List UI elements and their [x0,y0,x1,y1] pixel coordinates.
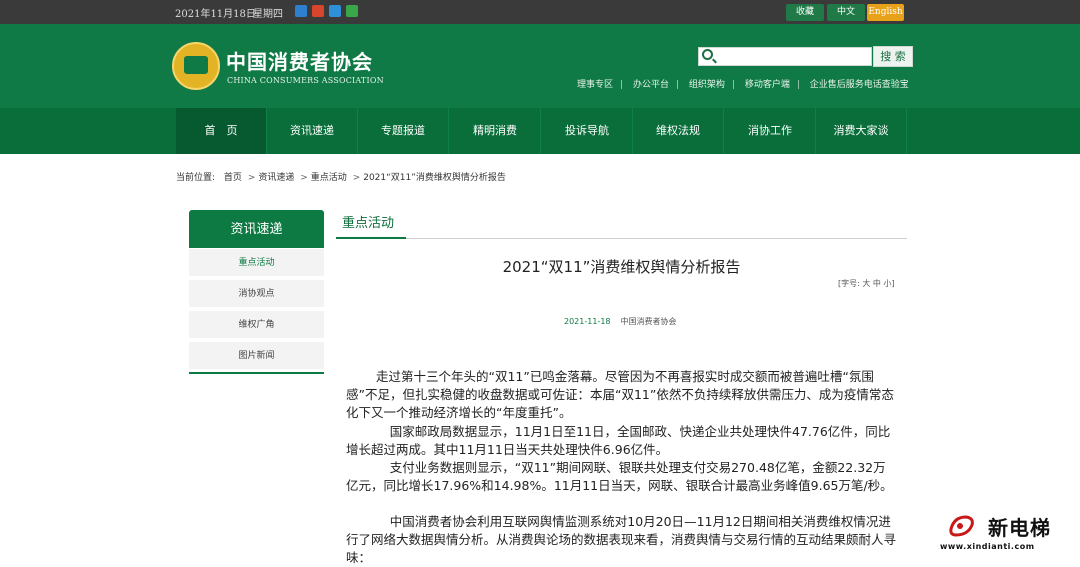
breadcrumb-current: 2021“双11”消费维权舆情分析报告 [363,173,506,183]
breadcrumb-home[interactable]: 首页 [224,173,242,183]
nav-laws[interactable]: 维权法规 [633,108,724,154]
search-icon [702,49,713,60]
cca-logo-icon[interactable] [172,42,220,90]
sidebar-divider [189,372,324,374]
bookmark-button[interactable]: 收藏 [786,4,824,21]
breadcrumb-key-events[interactable]: 重点活动 [311,173,347,183]
header-link-organization[interactable]: 组织架构 [689,77,725,90]
search-input[interactable] [698,47,872,66]
breadcrumb: 当前位置: 首页 > 资讯速递 > 重点活动 >2021“双11”消费维权舆情分析报… [176,173,506,183]
article-paragraph: 国家邮政局数据显示，11月1日至11日，全国邮政、快递企业共处理快件47.76亿… [346,424,891,457]
english-button[interactable]: English [867,4,904,21]
article-title: 2021“双11”消费维权舆情分析报告 [502,258,741,276]
sidebar-item-key-events[interactable]: 重点活动 [189,249,324,278]
nav-home[interactable]: 首 页 [176,108,267,154]
article-paragraph: 中国消费者协会利用互联网舆情监测系统对10月20日—11月12日期间相关消费维权… [346,514,897,565]
current-weekday: 星期四 [253,9,283,20]
nav-topics[interactable]: 专题报道 [358,108,449,154]
article-paragraph: 走过第十三个年头的“双11”已鸣金落幕。尽管因为不再喜报实时成交额而被普遍吐槽“… [346,369,894,420]
breadcrumb-label: 当前位置: [176,173,216,183]
sidebar-item-opinions[interactable]: 消协观点 [189,280,324,309]
section-divider [336,238,907,239]
header-link-office[interactable]: 办公平台 [633,77,669,90]
watermark-url: www.xindianti.com [940,542,1035,551]
main-nav: 首 页 资讯速递 专题报道 精明消费 投诉导航 维权法规 消协工作 消费大家谈 [0,108,1080,154]
site-header: 中国消费者协会 CHINA CONSUMERS ASSOCIATION [0,24,1080,108]
watermark-brand: 新电梯 [988,516,1051,540]
header-links: 理事专区 | 办公平台 | 组织架构 | 移动客户端 | 企业售后服务电话查验宝 [577,77,909,90]
chinese-button[interactable]: 中文 [827,4,865,21]
current-date: 2021年11月18日 [175,9,256,20]
sidebar-item-photo-news[interactable]: 图片新闻 [189,342,324,371]
article-meta: 2021-11-18 中国消费者协会 [564,316,677,327]
nav-news[interactable]: 资讯速递 [267,108,358,154]
nav-forum[interactable]: 消费大家谈 [816,108,907,154]
section-title: 重点活动 [342,216,395,231]
article-paragraph: 支付业务数据则显示，“双11”期间网联、银联共处理支付交易270.48亿笔，金额… [346,460,893,493]
font-size-control[interactable]: [字号: 大 中 小] [838,278,895,289]
sina-weibo-icon[interactable] [295,5,307,17]
nav-complaints[interactable]: 投诉导航 [542,108,633,154]
qq-icon[interactable] [329,5,341,17]
header-link-service-lookup[interactable]: 企业售后服务电话查验宝 [810,77,909,90]
sidebar-title: 资讯速递 [189,210,324,248]
nav-association-work[interactable]: 消协工作 [725,108,816,154]
article-date: 2021-11-18 [564,317,611,326]
watermark-logo-icon [949,515,974,537]
site-name-english: CHINA CONSUMERS ASSOCIATION [227,76,384,85]
search-button[interactable]: 搜 索 [873,46,913,67]
sidebar-item-rights[interactable]: 维权广角 [189,311,324,340]
nav-smart-consumption[interactable]: 精明消费 [450,108,541,154]
top-bar: 2021年11月18日 星期四 收藏 中文 English [0,0,1080,24]
breadcrumb-news[interactable]: 资讯速递 [258,173,294,183]
header-link-mobile[interactable]: 移动客户端 [745,77,790,90]
rss-icon[interactable] [312,5,324,17]
section-divider-accent [336,237,406,239]
header-link-council[interactable]: 理事专区 [577,77,613,90]
article-source: 中国消费者协会 [620,317,677,326]
site-name[interactable]: 中国消费者协会 [226,46,373,75]
wechat-icon[interactable] [346,5,358,17]
